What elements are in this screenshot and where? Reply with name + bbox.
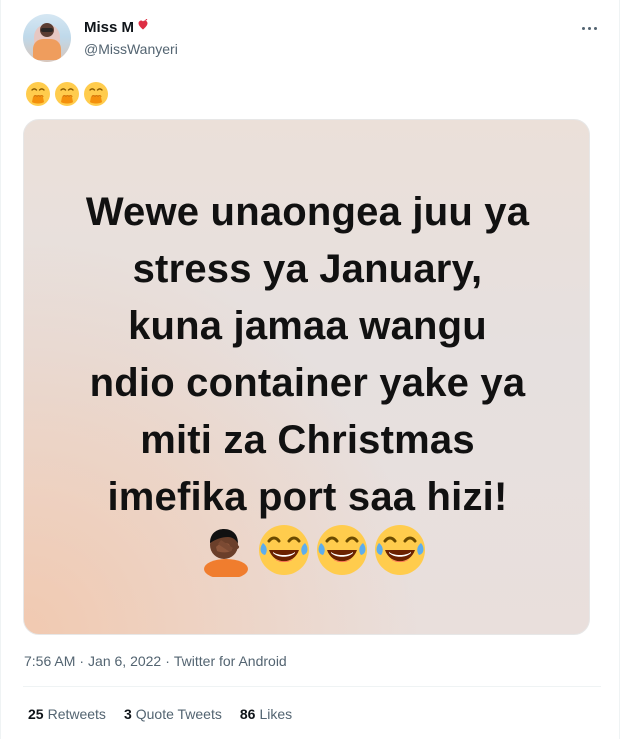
- laughing-tears-emoji: [259, 525, 309, 575]
- tweet-header: Miss M @MissWanyeri: [23, 14, 601, 66]
- handle[interactable]: @MissWanyeri: [84, 40, 178, 58]
- retweets-stat[interactable]: 25 Retweets: [28, 704, 106, 724]
- media-line: miti za Christmas: [140, 418, 475, 462]
- display-name[interactable]: Miss M: [84, 19, 134, 37]
- quote-tweets-stat[interactable]: 3 Quote Tweets: [124, 704, 222, 724]
- retweets-label: Retweets: [47, 706, 106, 722]
- likes-count: 86: [239, 706, 256, 722]
- media-image[interactable]: Wewe unaongea juu ya stress ya January, …: [23, 119, 590, 635]
- heart-icon: [138, 19, 148, 30]
- media-line: kuna jamaa wangu: [128, 304, 487, 348]
- likes-label: Likes: [259, 706, 293, 722]
- divider: [23, 686, 601, 687]
- hand-over-mouth-emoji: [55, 82, 79, 106]
- quote-tweets-label: Quote Tweets: [135, 706, 222, 722]
- hand-over-mouth-emoji: [84, 82, 108, 106]
- retweets-count: 25: [28, 706, 44, 722]
- meta-separator: ·: [79, 653, 85, 669]
- facepalm-emoji: [204, 529, 248, 577]
- dot-icon: [593, 26, 597, 30]
- avatar-shirt: [33, 39, 61, 60]
- avatar[interactable]: [23, 14, 71, 62]
- laughing-tears-emoji: [317, 525, 367, 575]
- dot-icon: [581, 26, 585, 30]
- meta-separator: ·: [165, 653, 170, 669]
- tweet-text: [24, 80, 110, 110]
- tweet-date[interactable]: Jan 6, 2022: [88, 653, 161, 669]
- quote-tweets-count: 3: [123, 706, 132, 722]
- tweet-time[interactable]: 7:56 AM: [24, 653, 75, 669]
- stats-row: 25 Retweets 3 Quote Tweets 86 Likes: [28, 704, 292, 724]
- more-button[interactable]: [577, 19, 601, 37]
- tweet-meta-row: 7:56 AM · Jan 6, 2022 · Twitter for Android: [24, 651, 287, 671]
- laughing-tears-emoji: [375, 525, 425, 575]
- media-line: stress ya January,: [132, 247, 483, 291]
- tweet-card: Miss M @MissWanyeri Wewe unaongea juu ya…: [0, 0, 620, 739]
- hand-over-mouth-emoji: [26, 82, 50, 106]
- tweet-source[interactable]: Twitter for Android: [174, 653, 287, 669]
- media-line: Wewe unaongea juu ya: [85, 190, 530, 234]
- avatar-glasses: [41, 28, 53, 32]
- likes-stat[interactable]: 86 Likes: [240, 704, 292, 724]
- media-emojis: [199, 523, 429, 578]
- media-line: ndio container yake ya: [89, 361, 526, 405]
- dot-icon: [587, 26, 591, 30]
- media-line: imefika port saa hizi!: [107, 475, 508, 519]
- display-name-row[interactable]: Miss M: [84, 19, 149, 37]
- media-text: Wewe unaongea juu ya stress ya January, …: [50, 184, 565, 526]
